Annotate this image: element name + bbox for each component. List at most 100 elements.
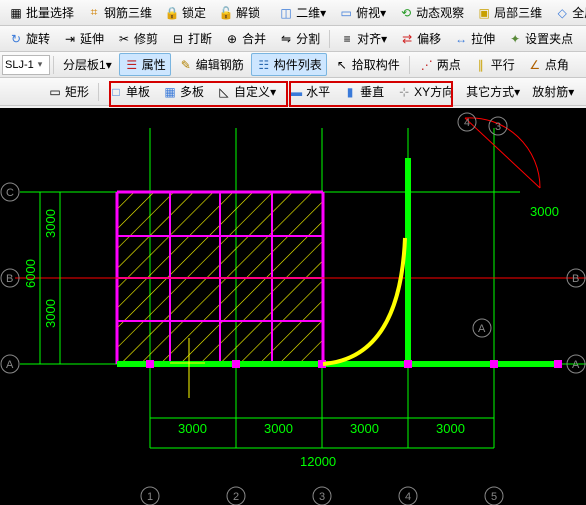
svg-text:3000: 3000 [43,299,58,328]
attribute-button[interactable]: ☰属性 [119,53,171,76]
cad-drawing: 4 3 C B A B A A 1 2 3 4 5 3000 3000 6000… [0,108,586,505]
svg-text:A: A [6,359,14,371]
slab-layer-dropdown[interactable]: 分层板1▾ [58,53,117,76]
svg-text:3000: 3000 [530,204,559,219]
multi-slab-button[interactable]: ▦多板 [157,80,209,103]
layer-dropdown[interactable]: SLJ-1▾ [2,55,50,75]
trim-button[interactable]: ✂修剪 [111,27,163,50]
merge-icon: ⊕ [224,31,240,47]
split-button[interactable]: ⇋分割 [273,27,325,50]
pan-view-button[interactable]: ▭俯视▾ [333,1,391,24]
offset-icon: ⇄ [399,31,415,47]
svg-text:3000: 3000 [178,421,207,436]
align-button[interactable]: ≡对齐▾ [334,27,392,50]
parallel-button[interactable]: ∥平行 [468,53,520,76]
svg-text:3: 3 [319,491,325,503]
unlock-button[interactable]: 🔓解锁 [213,1,265,24]
2d-icon: ◫ [278,5,294,21]
xy-direction-button[interactable]: ⊹XY方向 [391,80,459,103]
horizontal-button[interactable]: ▬水平 [283,80,335,103]
dyn-observe-button[interactable]: ⟲动态观察 [393,1,469,24]
two-point-button[interactable]: ⋰两点 [414,53,466,76]
trim-icon: ✂ [116,31,132,47]
single-slab-button[interactable]: □单板 [103,80,155,103]
single-icon: □ [108,84,124,100]
svg-text:1: 1 [147,491,153,503]
unlock-icon: 🔓 [218,5,234,21]
batch-icon: ▦ [8,5,24,21]
svg-text:3000: 3000 [436,421,465,436]
rotate-button[interactable]: ↻旋转 [3,27,55,50]
custom-button[interactable]: ◺自定义▾ [211,80,281,103]
offset-button[interactable]: ⇄偏移 [394,27,446,50]
chevron-down-icon: ▾ [270,85,276,99]
toolbar-row-2: ↻旋转 ⇥延伸 ✂修剪 ⊟打断 ⊕合并 ⇋分割 ≡对齐▾ ⇄偏移 ↔拉伸 ✦设置… [0,26,586,52]
xy-icon: ⊹ [396,84,412,100]
separator [329,30,330,48]
vert-icon: ▮ [342,84,358,100]
component-list-button[interactable]: ☷构件列表 [251,53,327,76]
point-angle-button[interactable]: ∠点角 [522,53,574,76]
svg-text:12000: 12000 [300,454,336,469]
toolbar-row-4: ▭矩形 □单板 ▦多板 ◺自定义▾ ▬水平 ▮垂直 ⊹XY方向 其它方式▾ 放射… [0,78,586,106]
edit-rebar-button[interactable]: ✎编辑钢筋 [173,53,249,76]
svg-text:3000: 3000 [350,421,379,436]
separator [409,56,410,74]
chevron-down-icon: ▾ [380,6,386,20]
set-grip-button[interactable]: ✦设置夹点 [502,27,578,50]
multi-icon: ▦ [162,84,178,100]
vertical-button[interactable]: ▮垂直 [337,80,389,103]
svg-text:A: A [572,359,580,371]
extend-button[interactable]: ⇥延伸 [57,27,109,50]
break-button[interactable]: ⊟打断 [165,27,217,50]
chevron-down-icon: ▾ [381,32,387,46]
rebar3d-icon: ⌗ [86,5,102,21]
svg-text:A: A [478,323,486,335]
rotate-icon: ↻ [8,31,24,47]
2pt-icon: ⋰ [419,57,435,73]
svg-text:2: 2 [233,491,239,503]
radial-rebar-button[interactable]: 放射筋▾ [527,80,579,103]
other-method-button[interactable]: 其它方式▾ [461,80,525,103]
rect-button[interactable]: ▭矩形 [42,80,94,103]
picker-icon: ↖ [334,57,350,73]
attr-icon: ☰ [124,57,140,73]
stretch-button[interactable]: ↔拉伸 [448,27,500,50]
separator [98,83,99,101]
pan-icon: ▭ [338,5,354,21]
chevron-down-icon: ▾ [106,58,112,72]
fullscreen-button[interactable]: ◇全屏 [549,1,586,24]
2d-button[interactable]: ◫二维▾ [273,1,331,24]
separator [53,56,54,74]
svg-text:3000: 3000 [264,421,293,436]
yellow-arc [323,238,405,364]
local3d-icon: ▣ [476,5,492,21]
custom-icon: ◺ [216,84,232,100]
lock-button[interactable]: 🔒锁定 [159,1,211,24]
svg-text:3000: 3000 [43,209,58,238]
break-icon: ⊟ [170,31,186,47]
horiz-icon: ▬ [288,84,304,100]
svg-text:4: 4 [405,491,411,503]
svg-text:3: 3 [495,121,501,133]
parallel-icon: ∥ [473,57,489,73]
batch-select-button[interactable]: ▦批量选择 [3,1,79,24]
ptangle-icon: ∠ [527,57,543,73]
chevron-down-icon: ▾ [38,59,43,70]
orbit-icon: ⟲ [398,5,414,21]
local-3d-button[interactable]: ▣局部三维 [471,1,547,24]
rebar-3d-button[interactable]: ⌗钢筋三维 [81,1,157,24]
list-icon: ☷ [256,57,272,73]
full-icon: ◇ [554,5,570,21]
toolbar-row-1: ▦批量选择 ⌗钢筋三维 🔒锁定 🔓解锁 ◫二维▾ ▭俯视▾ ⟲动态观察 ▣局部三… [0,0,586,26]
svg-text:4: 4 [464,117,470,129]
chevron-down-icon: ▾ [320,6,326,20]
pick-component-button[interactable]: ↖拾取构件 [329,53,405,76]
split-icon: ⇋ [278,31,294,47]
merge-button[interactable]: ⊕合并 [219,27,271,50]
extend-icon: ⇥ [62,31,78,47]
svg-text:B: B [572,273,579,285]
toolbar-row-3: SLJ-1▾ 分层板1▾ ☰属性 ✎编辑钢筋 ☷构件列表 ↖拾取构件 ⋰两点 ∥… [0,52,586,78]
stretch-icon: ↔ [453,31,469,47]
rect-icon: ▭ [47,84,63,100]
